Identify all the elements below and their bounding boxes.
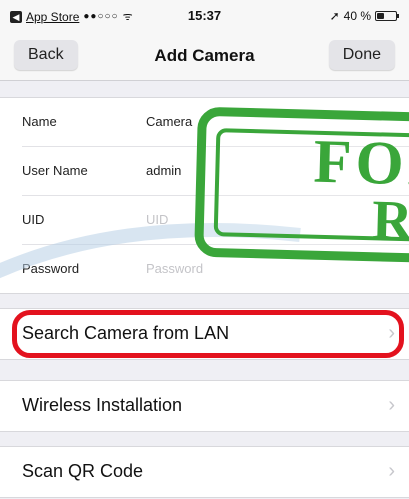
location-icon: ➚ [329,9,340,23]
chevron-right-icon: › [388,394,395,416]
name-field[interactable]: Camera [146,114,192,129]
highlight-ring [12,310,404,358]
scan-qr-code-label: Scan QR Code [22,461,144,481]
user-name-label: User Name [22,163,88,178]
done-button[interactable]: Done [328,40,395,70]
status-right: ➚ 40 % [329,9,399,23]
stamp-text-line1: FOR [312,127,409,200]
name-label: Name [22,114,57,129]
battery-nub [397,14,399,18]
wireless-installation-item[interactable]: Wireless Installation › [0,380,409,432]
battery-percent: 40 % [343,9,371,23]
navigation-bar: Back Add Camera Done [0,34,409,81]
user-name-field[interactable]: admin [146,163,181,178]
battery-fill [377,13,385,19]
watermark-stamp: FOR R [194,106,409,264]
status-bar: ◀ App Store ●●○○○ ᯤ 15:37 ➚ 40 % [0,0,409,34]
stamp-text-line2: R [371,189,409,253]
battery-icon [375,11,399,21]
scan-qr-code-item[interactable]: Scan QR Code › [0,446,409,498]
wireless-installation-label: Wireless Installation [22,395,183,415]
chevron-right-icon: › [388,460,395,482]
